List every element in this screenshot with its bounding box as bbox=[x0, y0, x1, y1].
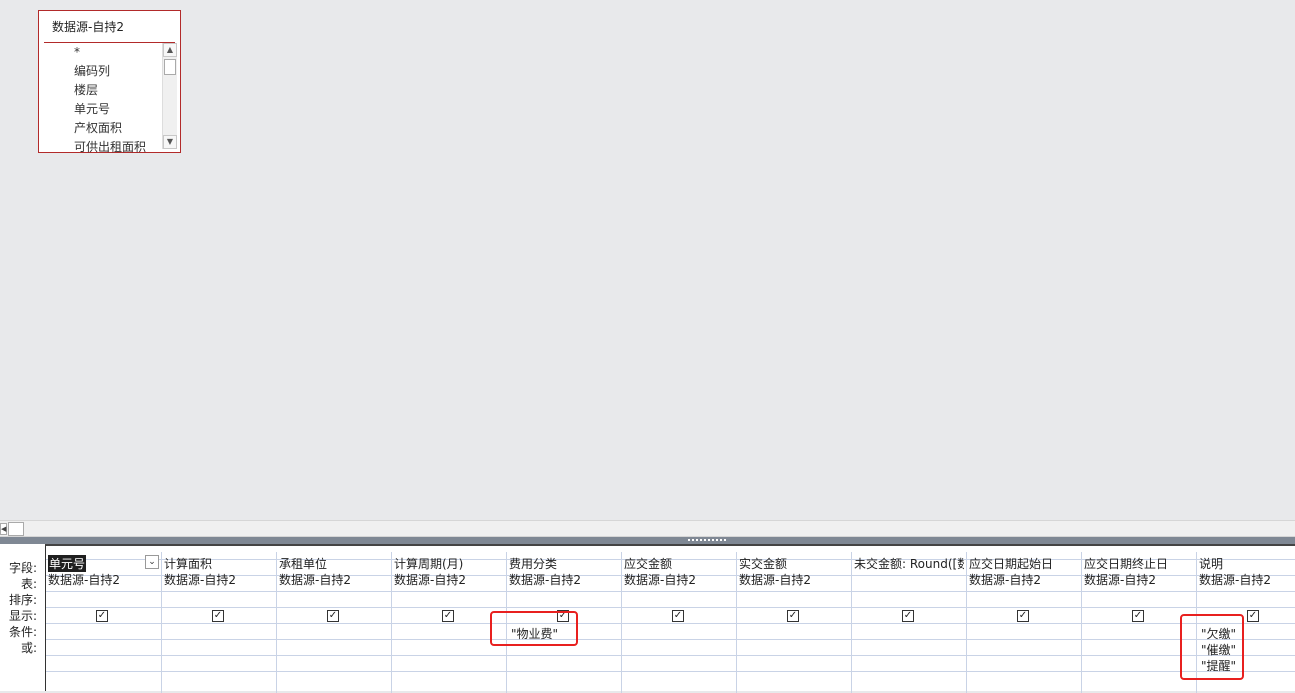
field-item[interactable]: 楼层 bbox=[39, 81, 161, 100]
grid-column[interactable]: 应交日期终止日 数据源-自持2 ✓ bbox=[1081, 552, 1196, 693]
grid-column[interactable]: 应交日期起始日 数据源-自持2 ✓ bbox=[966, 552, 1081, 693]
grid-column[interactable]: 实交金额 数据源-自持2 ✓ bbox=[736, 552, 851, 693]
scroll-thumb[interactable] bbox=[164, 59, 176, 75]
splitter-grip-icon[interactable] bbox=[688, 539, 726, 543]
table-cell[interactable]: 数据源-自持2 bbox=[509, 571, 619, 588]
field-cell[interactable]: 计算面积 bbox=[164, 555, 274, 572]
show-checkbox[interactable]: ✓ bbox=[1017, 610, 1029, 622]
field-item[interactable]: 可供出租面积 bbox=[39, 138, 161, 153]
grid-column[interactable]: 计算周期(月) 数据源-自持2 ✓ bbox=[391, 552, 506, 693]
field-list-title[interactable]: 数据源-自持2 bbox=[52, 18, 124, 35]
grid-column[interactable]: 应交金额 数据源-自持2 ✓ bbox=[621, 552, 736, 693]
show-checkbox[interactable]: ✓ bbox=[212, 610, 224, 622]
field-item[interactable]: 单元号 bbox=[39, 100, 161, 119]
scroll-left-icon[interactable]: ◀ bbox=[0, 523, 7, 535]
field-cell[interactable]: 单元号 bbox=[48, 555, 87, 572]
field-item[interactable]: 产权面积 bbox=[39, 119, 161, 138]
table-cell[interactable]: 数据源-自持2 bbox=[48, 571, 158, 588]
field-cell[interactable]: 实交金额 bbox=[739, 555, 849, 572]
row-labels: 字段: 表: 排序: 显示: 条件: 或: bbox=[0, 544, 45, 691]
field-cell[interactable]: 应交日期起始日 bbox=[969, 555, 1079, 572]
field-cell[interactable]: 未交金额: Round([数 bbox=[854, 555, 964, 572]
field-list-window[interactable]: 数据源-自持2 * 编码列 楼层 单元号 产权面积 可供出租面积 ▲ ▼ bbox=[38, 10, 181, 153]
table-cell[interactable]: 数据源-自持2 bbox=[739, 571, 849, 588]
chevron-down-icon[interactable]: ⌄ bbox=[145, 555, 159, 569]
field-item[interactable]: * bbox=[39, 43, 161, 62]
query-design-grid: 字段: 表: 排序: 显示: 条件: 或: 单元号 ⌄ 数据源-自持2 ✓ 计算面积 数据… bbox=[0, 544, 1295, 693]
show-checkbox[interactable]: ✓ bbox=[1132, 610, 1144, 622]
field-list-scrollbar[interactable]: ▲ ▼ bbox=[162, 43, 177, 149]
table-cell[interactable]: 数据源-自持2 bbox=[624, 571, 734, 588]
criteria-highlight-box bbox=[1180, 614, 1244, 680]
row-label-field: 字段: bbox=[8, 561, 37, 575]
canvas-horizontal-scrollbar[interactable]: ◀ bbox=[0, 520, 1295, 537]
table-cell[interactable]: 数据源-自持2 bbox=[1199, 571, 1295, 588]
query-design-canvas: 数据源-自持2 * 编码列 楼层 单元号 产权面积 可供出租面积 ▲ ▼ bbox=[0, 0, 1295, 520]
grid-column[interactable]: 计算面积 数据源-自持2 ✓ bbox=[161, 552, 276, 693]
row-label-or: 或: bbox=[20, 641, 37, 655]
horizontal-scroll-thumb[interactable] bbox=[8, 522, 24, 536]
pane-splitter[interactable] bbox=[0, 537, 1295, 544]
table-cell[interactable]: 数据源-自持2 bbox=[394, 571, 504, 588]
field-cell[interactable]: 说明 bbox=[1199, 555, 1295, 572]
table-cell[interactable]: 数据源-自持2 bbox=[969, 571, 1079, 588]
show-checkbox[interactable]: ✓ bbox=[787, 610, 799, 622]
field-cell[interactable]: 承租单位 bbox=[279, 555, 389, 572]
grid-column[interactable]: 承租单位 数据源-自持2 ✓ bbox=[276, 552, 391, 693]
show-checkbox[interactable]: ✓ bbox=[96, 610, 108, 622]
show-checkbox[interactable]: ✓ bbox=[442, 610, 454, 622]
show-checkbox[interactable]: ✓ bbox=[1247, 610, 1259, 622]
grid-column[interactable]: 单元号 ⌄ 数据源-自持2 ✓ bbox=[46, 552, 161, 693]
show-checkbox[interactable]: ✓ bbox=[672, 610, 684, 622]
field-cell[interactable]: 应交金额 bbox=[624, 555, 734, 572]
grid-columns: 单元号 ⌄ 数据源-自持2 ✓ 计算面积 数据源-自持2 ✓ 承租单位 数据源-自持2 ✓ 计算周期… bbox=[45, 544, 1295, 693]
criteria-highlight-box bbox=[490, 611, 578, 646]
grid-column[interactable]: 未交金额: Round([数 ✓ bbox=[851, 552, 966, 693]
field-list: * 编码列 楼层 单元号 产权面积 可供出租面积 bbox=[39, 43, 161, 153]
field-cell[interactable]: 费用分类 bbox=[509, 555, 619, 572]
scroll-up-icon[interactable]: ▲ bbox=[163, 43, 177, 57]
field-cell[interactable]: 应交日期终止日 bbox=[1084, 555, 1194, 572]
field-cell[interactable]: 计算周期(月) bbox=[394, 555, 504, 572]
table-cell[interactable]: 数据源-自持2 bbox=[164, 571, 274, 588]
row-label-sort: 排序: bbox=[8, 593, 37, 607]
row-label-criteria: 条件: bbox=[8, 625, 37, 639]
field-item[interactable]: 编码列 bbox=[39, 62, 161, 81]
table-cell[interactable]: 数据源-自持2 bbox=[1084, 571, 1194, 588]
row-label-show: 显示: bbox=[8, 609, 37, 623]
scroll-down-icon[interactable]: ▼ bbox=[163, 135, 177, 149]
show-checkbox[interactable]: ✓ bbox=[327, 610, 339, 622]
show-checkbox[interactable]: ✓ bbox=[902, 610, 914, 622]
row-label-table: 表: bbox=[20, 577, 37, 591]
table-cell[interactable]: 数据源-自持2 bbox=[279, 571, 389, 588]
